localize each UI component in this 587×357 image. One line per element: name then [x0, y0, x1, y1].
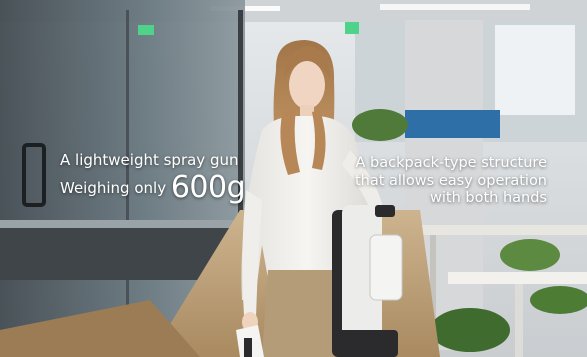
caption-right: A backpack-type structure that allows ea… — [355, 155, 547, 208]
window-panel — [495, 25, 575, 115]
monitor — [405, 110, 500, 138]
exit-sign — [138, 25, 154, 35]
ceiling-light — [380, 4, 530, 10]
spray-gun-trigger — [244, 338, 252, 357]
desk-right — [415, 225, 587, 235]
side-table-leg — [515, 284, 523, 357]
bench — [0, 225, 235, 280]
caption-left-weight-value: 600g — [170, 170, 246, 206]
caption-left-line-1: A lightweight spray gun — [60, 151, 239, 169]
caption-left-weight-prefix: Weighing only — [60, 179, 171, 198]
caption-left: A lightweight spray gun Weighing only 60… — [60, 151, 246, 206]
caption-right-line-1: A backpack-type structure — [355, 155, 547, 171]
backpack-tank — [369, 234, 403, 301]
caption-right-line-3: with both hands — [430, 190, 547, 207]
plant — [500, 239, 560, 271]
bench-top — [0, 220, 235, 228]
exit-sign — [345, 22, 359, 34]
side-table — [448, 272, 587, 284]
caption-left-line-2: Weighing only 600g — [60, 170, 246, 206]
backpack-base — [338, 330, 398, 357]
plant — [352, 109, 408, 141]
caption-right-line-2: that allows easy operation — [354, 172, 547, 189]
face — [289, 61, 325, 109]
plant — [430, 308, 510, 352]
